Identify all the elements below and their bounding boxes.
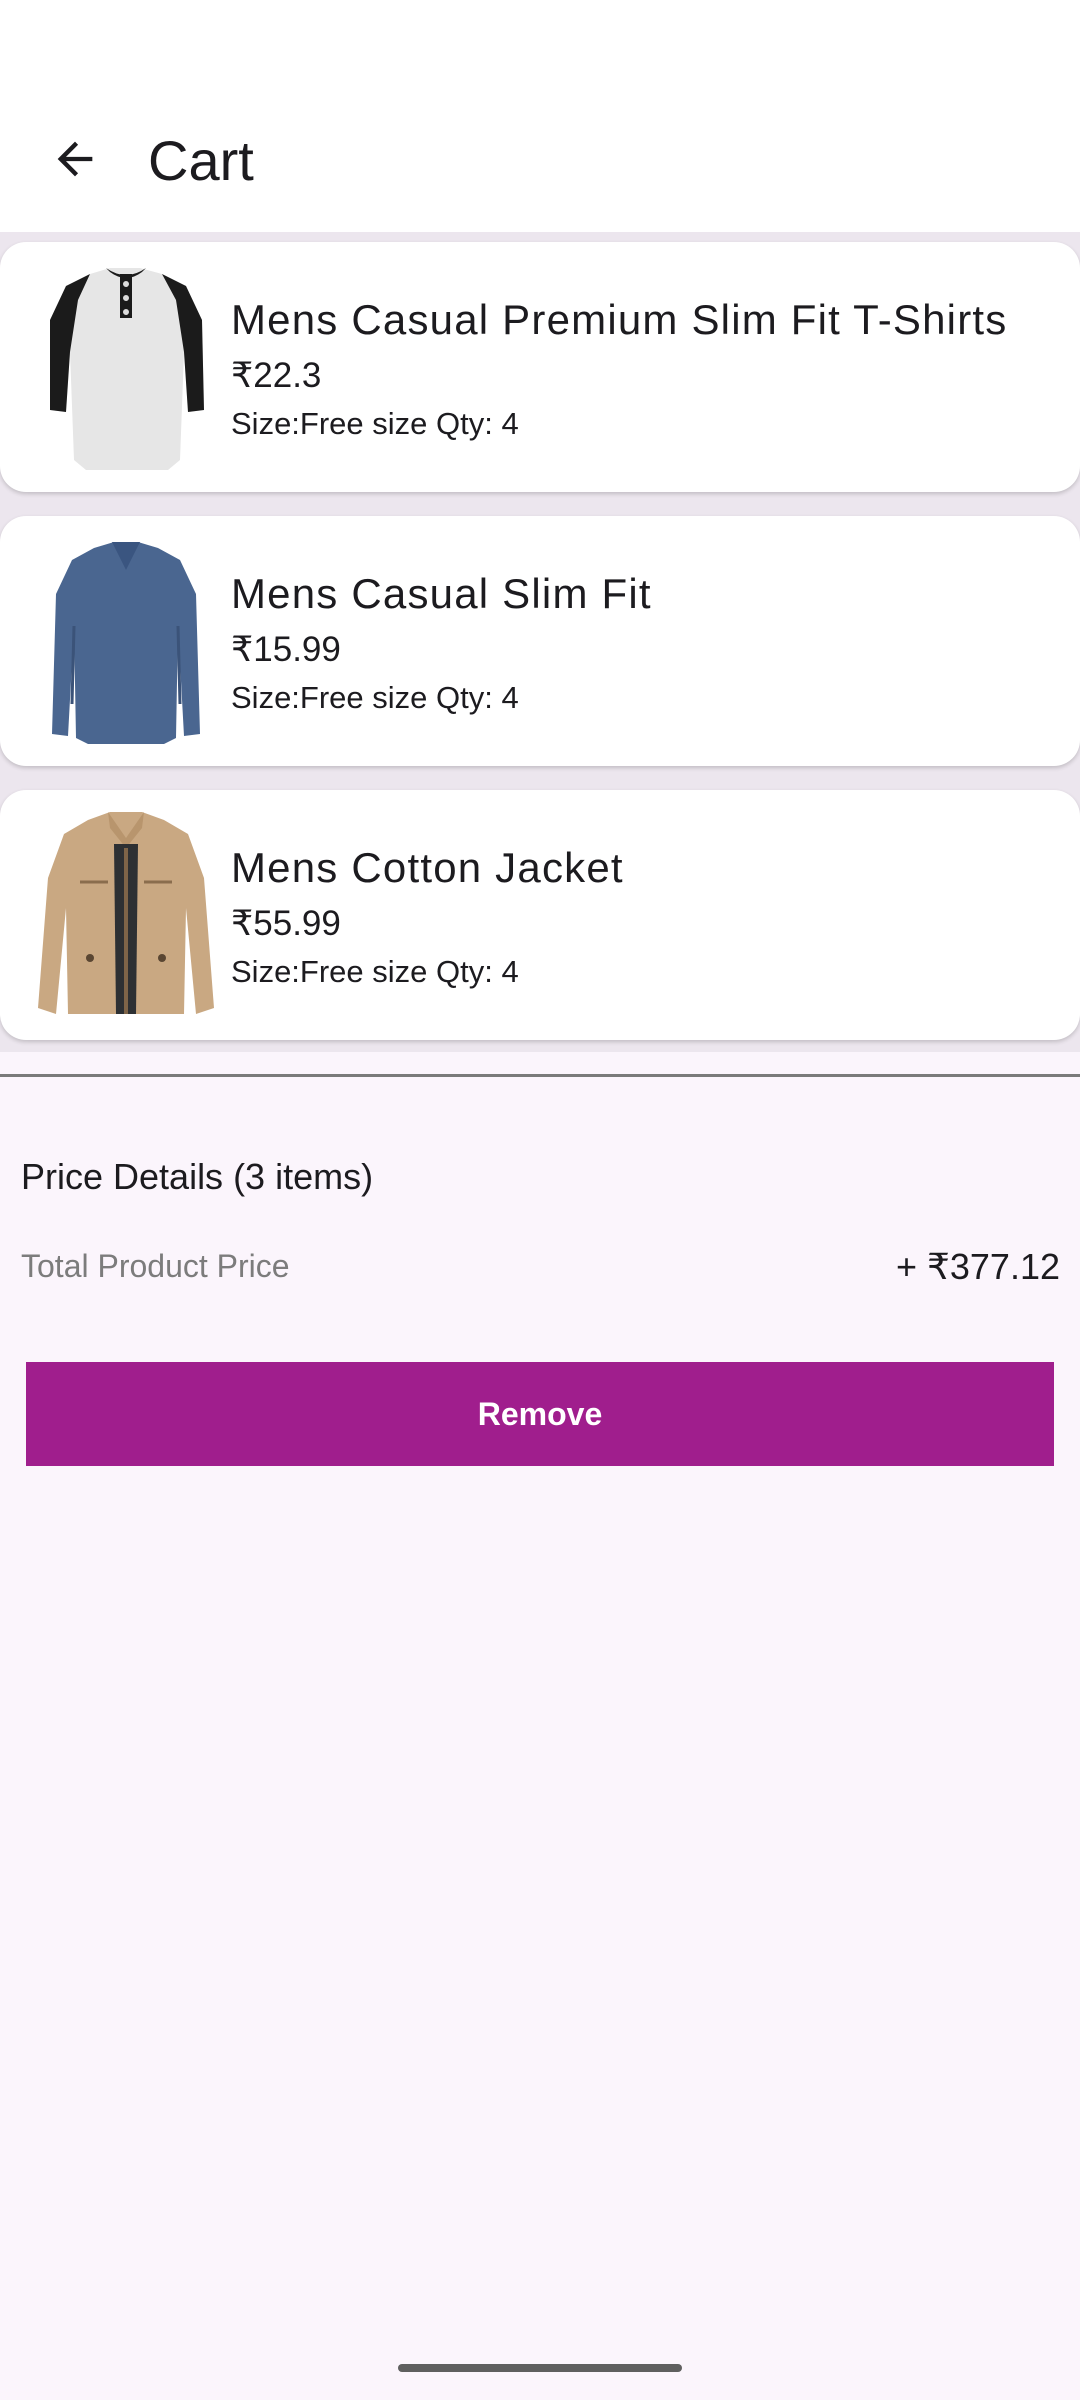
remove-button[interactable]: Remove <box>26 1362 1054 1466</box>
arrow-left-icon <box>57 141 93 177</box>
item-name: Mens Casual Premium Slim Fit T-Shirts <box>231 296 1008 343</box>
back-button[interactable] <box>30 114 120 204</box>
item-size-qty: Size:Free size Qty: 4 <box>231 406 519 441</box>
blue-longsleeve-tshirt-image <box>52 542 200 744</box>
home-indicator[interactable] <box>398 2364 682 2372</box>
status-bar <box>0 0 1080 90</box>
item-size-qty: Size:Free size Qty: 4 <box>231 680 519 715</box>
item-price: ₹15.99 <box>231 630 341 669</box>
divider <box>0 1074 1080 1077</box>
app-bar: Cart <box>0 90 1080 232</box>
item-name: Mens Cotton Jacket <box>231 844 624 891</box>
item-price: ₹55.99 <box>231 904 341 943</box>
item-name: Mens Casual Slim Fit <box>231 570 652 617</box>
item-price: ₹22.3 <box>231 356 322 395</box>
khaki-cotton-jacket-image <box>38 812 214 1014</box>
item-size-qty: Size:Free size Qty: 4 <box>231 954 519 989</box>
cart-item[interactable]: Mens Cotton Jacket ₹55.99 Size:Free size… <box>0 790 1080 1040</box>
total-price-label: Total Product Price <box>21 1248 290 1284</box>
page-title: Cart <box>148 128 254 192</box>
raglan-henley-tshirt-image <box>50 268 204 470</box>
total-price-value: + ₹377.12 <box>895 1246 1060 1287</box>
cart-item[interactable]: Mens Casual Slim Fit ₹15.99 Size:Free si… <box>0 516 1080 766</box>
cart-list[interactable]: Mens Casual Premium Slim Fit T-Shirts ₹2… <box>0 232 1080 1052</box>
price-details-title: Price Details (3 items) <box>21 1156 374 1197</box>
cart-item[interactable]: Mens Casual Premium Slim Fit T-Shirts ₹2… <box>0 242 1080 492</box>
